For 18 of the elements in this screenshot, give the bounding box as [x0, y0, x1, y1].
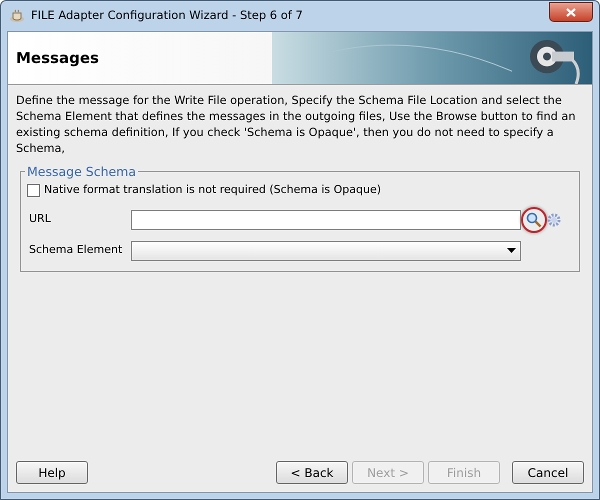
- search-icon: [526, 212, 542, 228]
- help-button[interactable]: Help: [16, 461, 88, 484]
- window-title: FILE Adapter Configuration Wizard - Step 6 of 7: [31, 7, 303, 24]
- instructions-paragraph: Define the message for the Write File operation, Specify the Schema File Location and select the Schema Element that defines the messages in the outgoing files, Use the Browse button to find an existing schema definition, If you check 'Schema is Opaque', then you do not need to specify a Schema,: [15, 93, 576, 157]
- close-button[interactable]: [549, 2, 593, 22]
- coffee-cup-icon: [9, 9, 25, 23]
- wizard-button[interactable]: Cancel: [512, 461, 584, 484]
- url-field[interactable]: [131, 210, 521, 230]
- dropdown-arrow-icon: [507, 248, 516, 253]
- schema-element-label: Schema Element: [28, 242, 124, 258]
- wizard-button[interactable]: < Back: [276, 461, 348, 484]
- schema-element-dropdown[interactable]: [131, 240, 521, 260]
- close-icon: [566, 8, 576, 16]
- browse-button[interactable]: [521, 206, 547, 232]
- url-label: URL: [28, 211, 52, 228]
- checkbox-label: Native format translation is not required (Schema is Opaque): [44, 182, 382, 198]
- page-title: Messages: [15, 48, 99, 69]
- opaque-checkbox[interactable]: [27, 184, 40, 197]
